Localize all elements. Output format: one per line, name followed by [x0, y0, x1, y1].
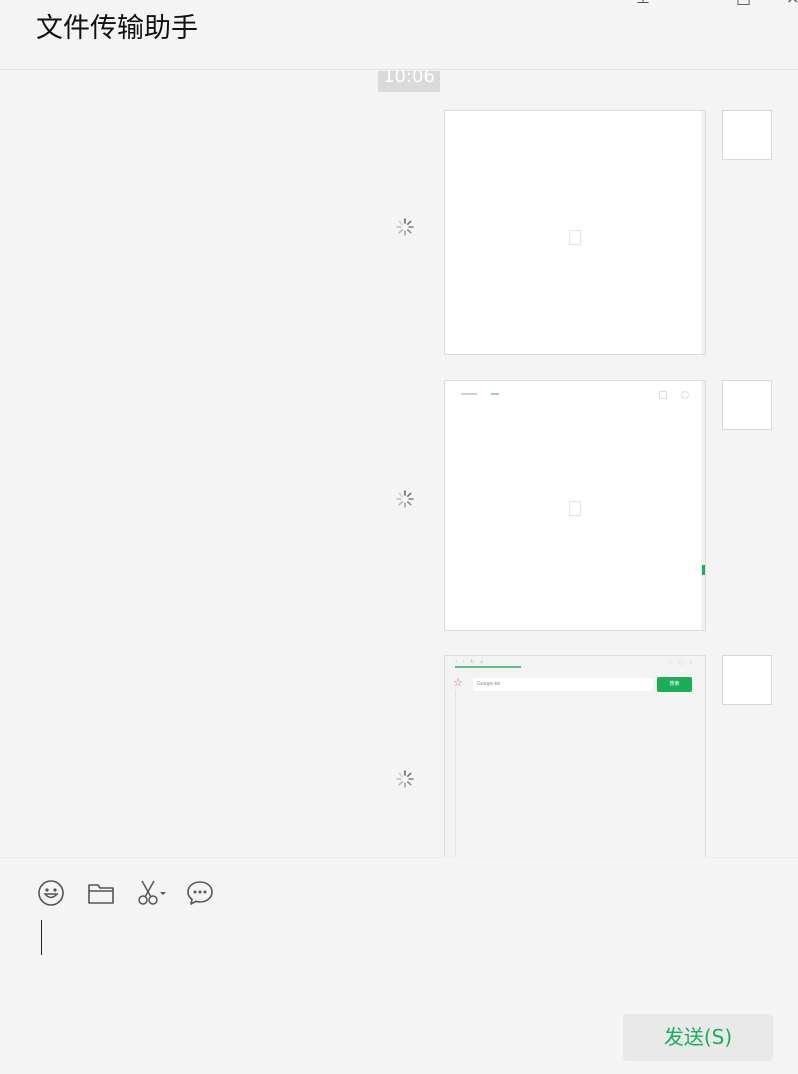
close-icon[interactable]: × [786, 0, 798, 7]
thumbnail-scrollbar [701, 111, 705, 354]
image-message[interactable]: · · · · [444, 110, 706, 355]
thumbnail-search-button: 搜索 [657, 677, 692, 692]
thumbnail-green-marker [702, 565, 705, 575]
folder-icon[interactable] [86, 878, 116, 908]
chat-header: 文件传输助手 ⊥ □ × [0, 0, 798, 70]
thumbnail-scrollbar [701, 381, 705, 630]
thumbnail-search-box: Gosge·ke [473, 678, 653, 691]
maximize-icon[interactable]: □ [736, 0, 751, 7]
avatar[interactable] [722, 380, 772, 430]
sending-spinner-icon [396, 490, 414, 508]
composer: 发送(S) [0, 857, 798, 1074]
avatar[interactable] [722, 655, 772, 705]
thumbnail-toolbar: ‹ › ↻ ⌂ [455, 659, 486, 665]
message-input[interactable] [41, 920, 42, 955]
image-message[interactable]: ‹ › ↻ ⌂ — □ × ☆ Gosge·ke 搜索 [444, 655, 706, 857]
thumbnail-icon [681, 391, 689, 399]
scissors-icon[interactable] [135, 878, 169, 908]
pin-icon[interactable]: ⊥ [636, 0, 650, 7]
thumbnail-doc-icon [569, 230, 581, 245]
thumbnail-star-icon: ☆ [453, 676, 463, 689]
thumbnail-window-controls: — □ × [667, 660, 695, 666]
thumbnail-active-tab [455, 666, 521, 668]
thumbnail-window-controls: · · · · [669, 115, 695, 121]
thumbnail-tab-1 [461, 393, 477, 395]
emoji-icon[interactable] [36, 878, 66, 908]
thumbnail-window-controls: · · · [567, 385, 585, 391]
chat-history-icon[interactable] [185, 878, 215, 908]
avatar[interactable] [722, 110, 772, 160]
message-list[interactable]: 10:06 · · · · · · · ‹ › ↻ ⌂ — □ × ☆ Gosg… [0, 71, 798, 857]
send-button[interactable]: 发送(S) [623, 1014, 773, 1061]
sending-spinner-icon [396, 218, 414, 236]
thumbnail-icon [659, 391, 667, 399]
image-message[interactable]: · · · [444, 380, 706, 631]
thumbnail-doc-icon [569, 501, 581, 516]
sending-spinner-icon [396, 770, 414, 788]
thumbnail-tab-2 [491, 393, 499, 395]
thumbnail-divider [455, 690, 456, 857]
message-timestamp: 10:06 [378, 71, 440, 92]
chat-title: 文件传输助手 [36, 13, 198, 44]
